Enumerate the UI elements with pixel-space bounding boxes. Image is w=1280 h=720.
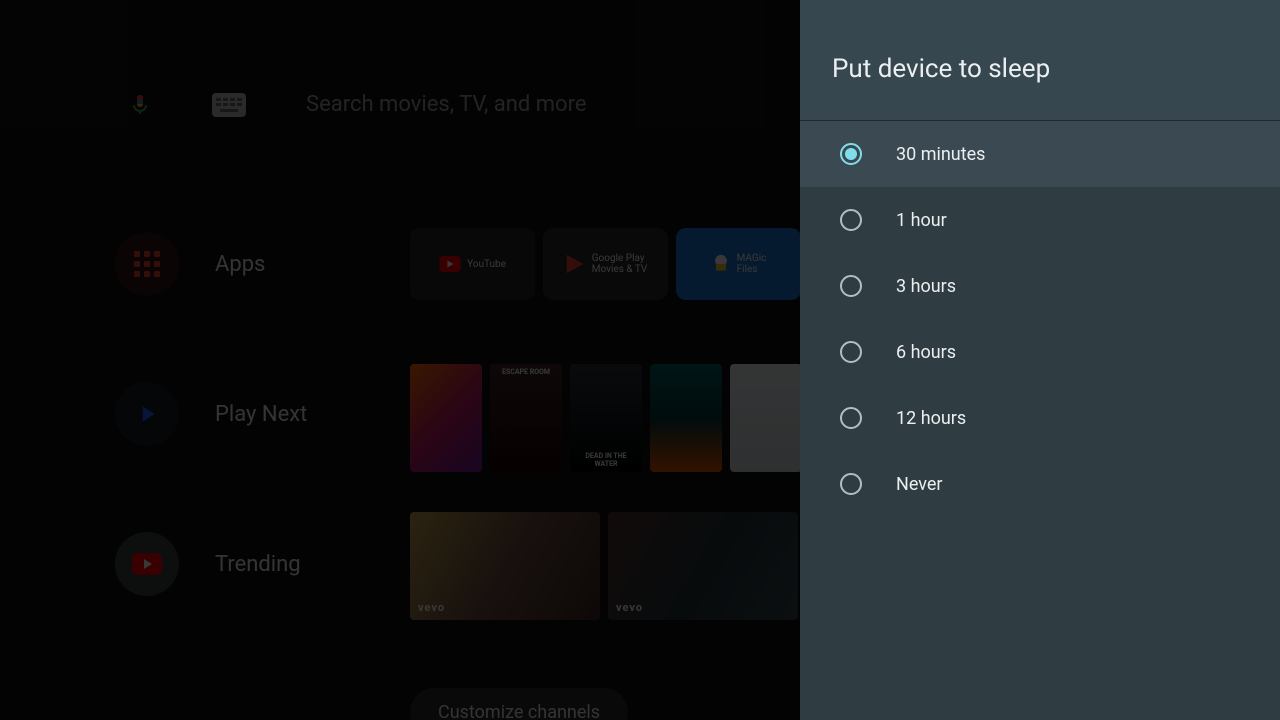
sleep-option-4[interactable]: 12 hours — [800, 385, 1280, 451]
sleep-options-list: 30 minutes 1 hour 3 hours 6 hours 12 hours Ne… — [800, 121, 1280, 720]
radio-icon — [840, 341, 862, 363]
sleep-option-3[interactable]: 6 hours — [800, 319, 1280, 385]
sleep-option-label: 6 hours — [896, 342, 956, 363]
radio-icon — [840, 275, 862, 297]
sleep-option-label: 30 minutes — [896, 144, 985, 165]
sleep-option-1[interactable]: 1 hour — [800, 187, 1280, 253]
sleep-option-0[interactable]: 30 minutes — [800, 121, 1280, 187]
radio-icon — [840, 209, 862, 231]
sleep-settings-panel: Put device to sleep 30 minutes 1 hour 3 ho… — [800, 0, 1280, 720]
sleep-option-label: 3 hours — [896, 276, 956, 297]
sleep-option-label: 1 hour — [896, 210, 947, 231]
panel-title: Put device to sleep — [832, 54, 1248, 84]
panel-header: Put device to sleep — [800, 0, 1280, 121]
radio-icon — [840, 407, 862, 429]
radio-icon — [840, 143, 862, 165]
sleep-option-5[interactable]: Never — [800, 451, 1280, 517]
sleep-option-2[interactable]: 3 hours — [800, 253, 1280, 319]
sleep-option-label: Never — [896, 474, 943, 495]
radio-icon — [840, 473, 862, 495]
sleep-option-label: 12 hours — [896, 408, 966, 429]
